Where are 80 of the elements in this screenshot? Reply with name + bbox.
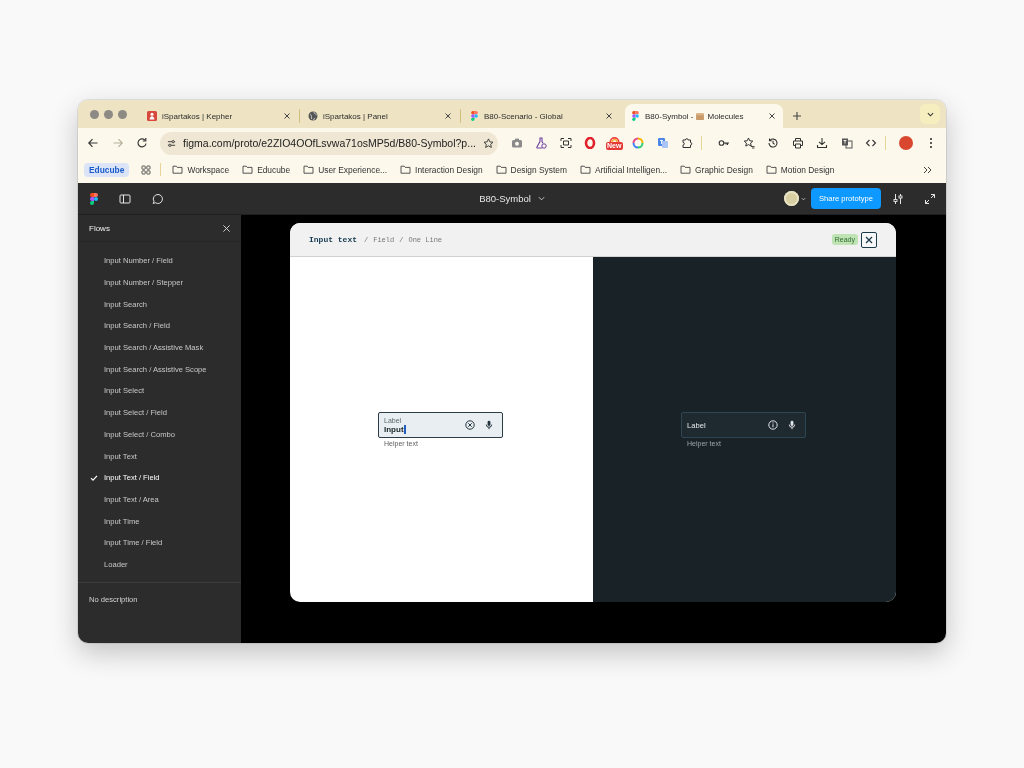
box-emoji-icon: [696, 112, 705, 120]
code-icon[interactable]: [865, 137, 878, 149]
chevron-down-icon[interactable]: [537, 196, 545, 201]
close-icon[interactable]: [605, 112, 613, 120]
download-icon[interactable]: [816, 137, 829, 149]
double-chevron-icon[interactable]: [923, 165, 932, 174]
url-text: figma.com/proto/e2ZIO4OOfLsvwa71osMP5d/B80-Symbol?p...: [183, 137, 476, 149]
browser-tab[interactable]: iSpartakos | Panel: [301, 104, 459, 128]
breadcrumb-title: Input text: [309, 235, 357, 244]
chevron-down-icon: [926, 111, 934, 117]
window-minimize-button[interactable]: [104, 109, 113, 119]
comment-icon[interactable]: [152, 192, 164, 205]
bookmark-folder[interactable]: Educube: [242, 164, 291, 175]
browser-tab[interactable]: B80-Scenario - Global: [462, 104, 620, 128]
kebab-menu-icon[interactable]: [928, 137, 933, 149]
window-zoom-button[interactable]: [118, 109, 127, 119]
ring-logo-icon[interactable]: [584, 137, 596, 149]
bookmark-folder[interactable]: Interaction Design: [400, 164, 483, 175]
screenshot-icon[interactable]: [559, 137, 572, 149]
browser-tab[interactable]: iSpartakos | Kepher: [140, 104, 298, 128]
tab-group-chip[interactable]: Educube: [84, 162, 130, 177]
new-tab-icon[interactable]: [792, 111, 802, 121]
folder-icon: [400, 165, 412, 174]
text-cursor-icon: [404, 424, 406, 434]
folder-icon: [242, 165, 254, 174]
site-settings-icon[interactable]: [167, 138, 176, 148]
file-name[interactable]: B80-Symbol: [479, 193, 531, 204]
rainbow-icon[interactable]: [608, 136, 620, 142]
puzzle-icon[interactable]: [681, 137, 694, 149]
back-icon[interactable]: [87, 137, 99, 149]
bookmark-star-icon[interactable]: [482, 137, 494, 149]
bookmark-folder[interactable]: User Experience...: [303, 164, 388, 175]
color-ring-icon[interactable]: [632, 137, 645, 149]
flask-icon[interactable]: [535, 137, 547, 149]
close-icon[interactable]: [283, 112, 291, 120]
clear-icon[interactable]: [465, 420, 475, 430]
profile-avatar[interactable]: [899, 136, 914, 150]
address-bar[interactable]: figma.com/proto/e2ZIO4OOfLsvwa71osMP5d/B80-Symbol?p...: [160, 131, 498, 155]
star-list-icon[interactable]: [742, 137, 755, 149]
reload-icon[interactable]: [136, 137, 148, 149]
expand-icon[interactable]: [924, 192, 936, 205]
folder-icon: [172, 165, 184, 174]
print-icon[interactable]: [791, 137, 804, 149]
sliders-icon[interactable]: [892, 192, 904, 205]
bookmark-folder[interactable]: Artificial Intelligen...: [579, 164, 668, 175]
sidebar-toggle-icon[interactable]: [119, 192, 131, 205]
folder-icon: [495, 165, 507, 174]
user-avatar[interactable]: [783, 191, 799, 206]
history-icon[interactable]: [767, 137, 780, 149]
check-icon: [90, 473, 98, 482]
sidebar-title: Flows: [89, 223, 110, 233]
apps-grid-icon[interactable]: [141, 164, 152, 175]
bookmark-folder[interactable]: Workspace: [172, 164, 230, 175]
folder-icon: [579, 165, 591, 174]
microphone-icon[interactable]: [484, 420, 494, 430]
folder-icon: [303, 165, 315, 174]
close-icon: [865, 235, 873, 244]
microphone-icon[interactable]: [787, 420, 797, 430]
chevron-down-icon[interactable]: [800, 196, 806, 201]
app-logo-icon: [631, 111, 639, 121]
translate-icon[interactable]: [656, 137, 669, 149]
close-icon[interactable]: [768, 112, 776, 120]
folder-icon: [765, 165, 777, 174]
browser-tab[interactable]: B80-Symbol - Molecules: [625, 104, 783, 128]
translate-page-icon[interactable]: [840, 137, 853, 149]
folder-icon: [680, 165, 692, 174]
bookmark-folder[interactable]: Motion Design: [765, 164, 835, 175]
window-close-button[interactable]: [90, 109, 99, 119]
camera-icon[interactable]: [510, 137, 523, 149]
app-logo-icon: [470, 111, 478, 121]
app-logo-icon[interactable]: [90, 192, 98, 205]
key-icon[interactable]: [718, 137, 731, 149]
close-button[interactable]: [861, 231, 877, 248]
info-icon[interactable]: [768, 420, 778, 430]
bookmark-folder[interactable]: Graphic Design: [680, 164, 753, 175]
app-favicon-icon: [147, 111, 157, 121]
globe-icon: [308, 111, 318, 121]
bookmark-folder[interactable]: Design System: [495, 164, 567, 175]
close-icon[interactable]: [444, 112, 452, 120]
field-value: Input: [384, 424, 404, 434]
